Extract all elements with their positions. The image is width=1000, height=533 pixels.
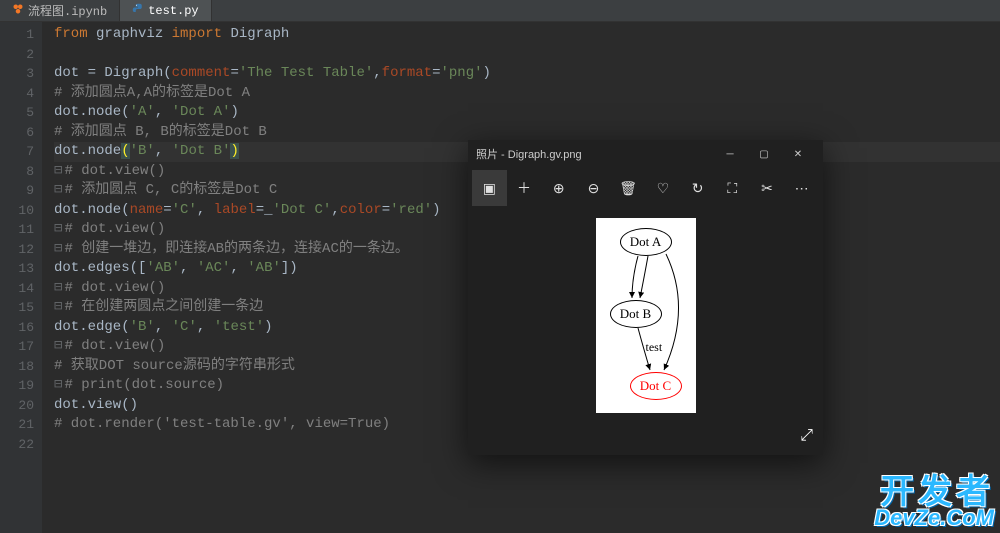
zoom-out-icon[interactable]: ⊖ <box>576 170 611 206</box>
favorite-icon[interactable]: ♡ <box>646 170 681 206</box>
tab-流程图.ipynb[interactable]: 流程图.ipynb <box>0 0 120 21</box>
tab-bar: 流程图.ipynb test.py <box>0 0 1000 22</box>
tab-label: test.py <box>148 4 198 18</box>
fullscreen-icon[interactable]: ⤢ <box>800 427 813 445</box>
code-line-2[interactable] <box>54 45 1000 65</box>
code-line-5[interactable]: dot.node('A', 'Dot A') <box>54 103 1000 123</box>
tab-label: 流程图.ipynb <box>28 2 107 19</box>
delete-icon[interactable]: 🗑 <box>611 170 646 206</box>
photos-canvas[interactable]: Dot A Dot B Dot C test ⤢ <box>468 208 823 455</box>
more-icon[interactable]: ⋯ <box>784 170 819 206</box>
rotate-icon[interactable]: ↻ <box>680 170 715 206</box>
photos-window: 照片 - Digraph.gv.png ─ ▢ ✕ ▣＋⊕⊖🗑♡↻⛶✂⋯ Dot… <box>468 140 823 455</box>
add-icon[interactable]: ＋ <box>507 170 542 206</box>
maximize-button[interactable]: ▢ <box>747 140 781 168</box>
jupyter-icon <box>12 3 24 19</box>
code-line-3[interactable]: dot = Digraph(comment='The Test Table',f… <box>54 64 1000 84</box>
code-line-4[interactable]: # 添加圆点A,A的标签是Dot A <box>54 84 1000 104</box>
edit-icon[interactable]: ✂ <box>750 170 785 206</box>
graph-image: Dot A Dot B Dot C test <box>596 218 696 413</box>
python-icon <box>132 3 144 19</box>
graph-node: Dot B <box>610 300 662 328</box>
photos-titlebar[interactable]: 照片 - Digraph.gv.png ─ ▢ ✕ <box>468 140 823 168</box>
line-number-gutter: 12345678910111213141516171819202122 <box>0 22 42 533</box>
photos-toolbar: ▣＋⊕⊖🗑♡↻⛶✂⋯ <box>468 168 823 208</box>
tab-test.py[interactable]: test.py <box>120 0 211 21</box>
crop-icon[interactable]: ⛶ <box>715 170 750 206</box>
photos-title: 照片 - Digraph.gv.png <box>476 146 582 162</box>
graph-node: Dot A <box>620 228 672 256</box>
zoom-in-icon[interactable]: ⊕ <box>541 170 576 206</box>
image-icon[interactable]: ▣ <box>472 170 507 206</box>
minimize-button[interactable]: ─ <box>713 140 747 168</box>
close-button[interactable]: ✕ <box>781 140 815 168</box>
code-line-1[interactable]: from graphviz import Digraph <box>54 25 1000 45</box>
graph-edge-label: test <box>646 340 663 355</box>
graph-node: Dot C <box>630 372 682 400</box>
